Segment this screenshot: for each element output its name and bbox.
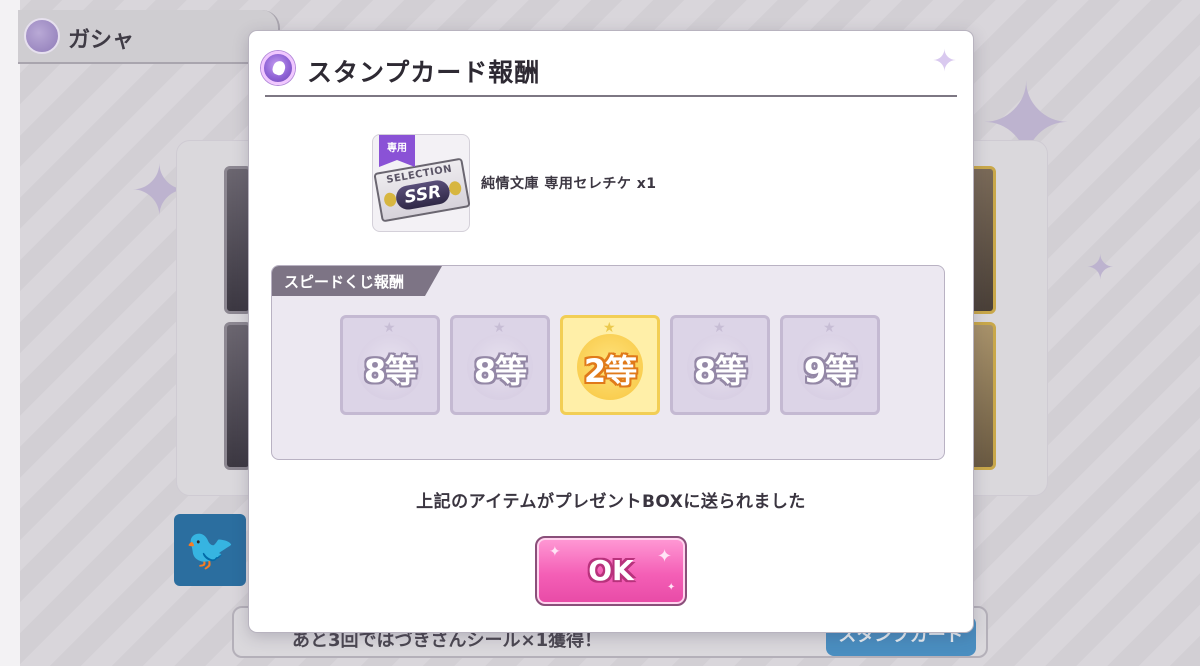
twitter-bird-icon: 🐦 <box>185 527 235 573</box>
prize-list: ★ 8等 ★ 8等 ★ 2等 ★ 8等 ★ 9等 <box>340 315 880 415</box>
prize-rank: 8等 <box>363 352 417 390</box>
prize-rank: 8等 <box>473 352 527 390</box>
speed-lottery-panel: スピードくじ報酬 ★ 8等 ★ 8等 ★ 2等 ★ 8等 ★ 9等 <box>271 265 945 460</box>
star-icon: ★ <box>603 320 616 336</box>
prize-slot: ★ 8等 <box>670 315 770 415</box>
selection-ticket-icon: SELECTION SSR <box>373 157 471 223</box>
ok-button-label: OK <box>588 554 634 587</box>
exclusive-badge: 専用 <box>379 135 415 167</box>
stamp-reward-dialog: スタンプカード報酬 ✦ SELECTION SSR 専用 純情文庫 専用セレチケ… <box>249 31 973 632</box>
prize-slot: ★ 8等 <box>340 315 440 415</box>
prize-rank: 2等 <box>583 352 637 390</box>
twitter-share-button[interactable]: 🐦 <box>174 514 246 586</box>
prize-rank: 9等 <box>803 352 857 390</box>
gacha-card <box>224 322 252 470</box>
prize-slot-winner: ★ 2等 <box>560 315 660 415</box>
gacha-card <box>224 166 252 314</box>
star-icon: ★ <box>383 320 396 336</box>
sparkle-icon: ✦ <box>931 44 957 79</box>
reward-item-name: 純情文庫 専用セレチケ x1 <box>481 176 657 192</box>
reward-item-icon: SELECTION SSR 専用 <box>372 134 471 232</box>
star-icon: ★ <box>493 320 506 336</box>
sent-to-present-box-message: 上記のアイテムがプレゼントBOXに送られました <box>416 492 806 512</box>
star-icon: ★ <box>823 320 836 336</box>
left-edge-strip <box>0 0 20 666</box>
title-divider <box>265 95 957 97</box>
ticket-ssr-text: SSR <box>394 178 452 212</box>
gacha-header-title: ガシャ <box>68 28 135 53</box>
dialog-title: スタンプカード報酬 <box>307 58 541 87</box>
ticket-wing-icon <box>448 180 463 197</box>
prize-rank: 8等 <box>693 352 747 390</box>
prize-slot: ★ 9等 <box>780 315 880 415</box>
gacha-emblem-icon <box>261 51 295 85</box>
gacha-header-icon <box>24 18 60 54</box>
speed-lottery-tab: スピードくじ報酬 <box>272 266 442 296</box>
bg-sparkle-icon: ✦ <box>1086 248 1115 288</box>
ok-button[interactable]: ✦ ✦ ✦ OK <box>535 536 687 606</box>
prize-slot: ★ 8等 <box>450 315 550 415</box>
star-icon: ★ <box>713 320 726 336</box>
